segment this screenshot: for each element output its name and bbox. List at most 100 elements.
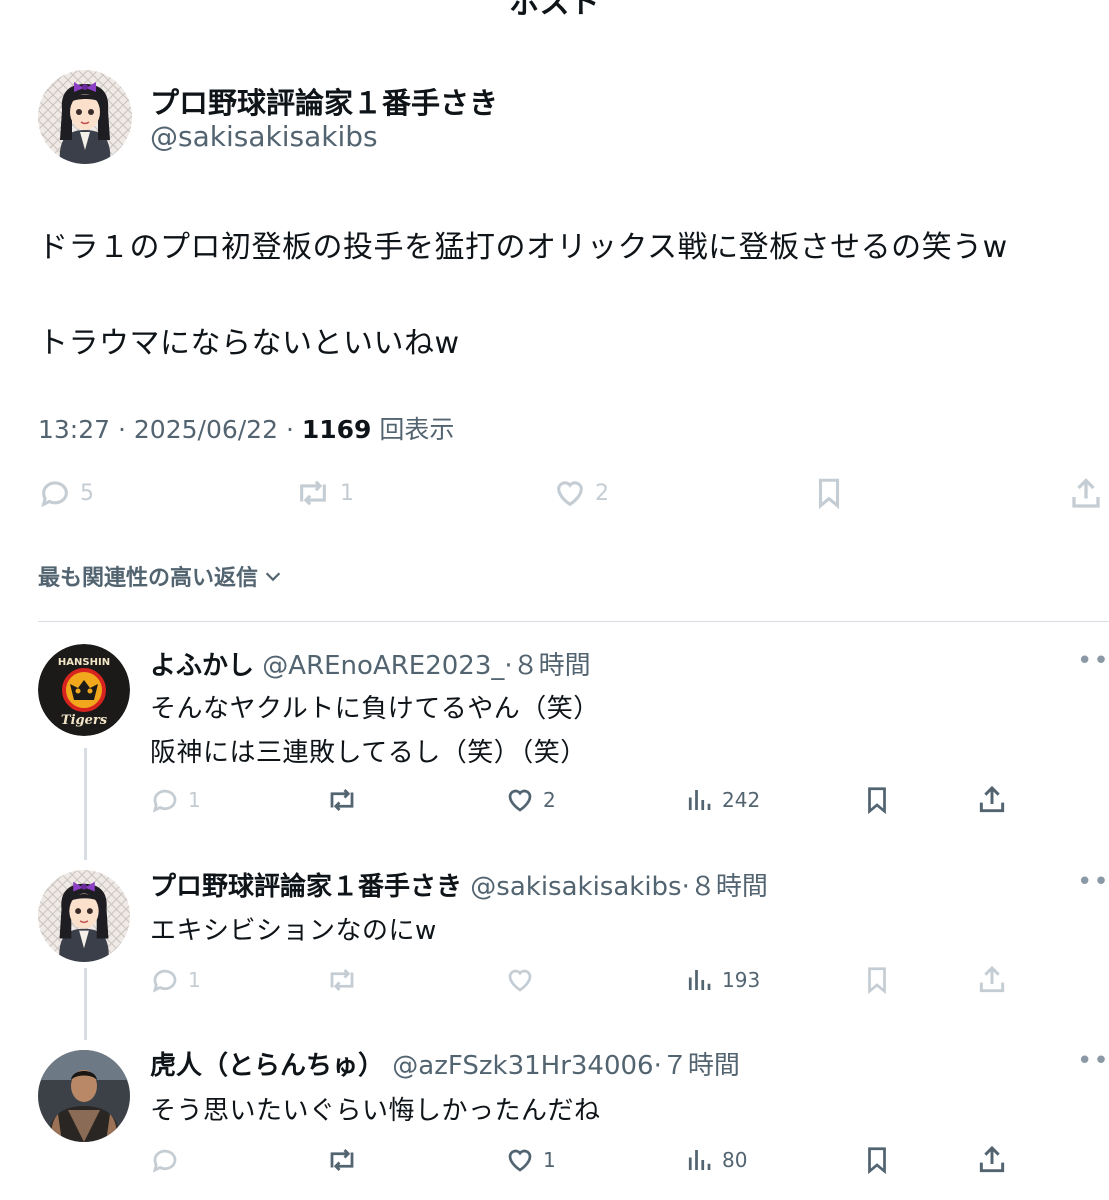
reply-author-name[interactable]: よふかし: [150, 651, 254, 681]
views-button[interactable]: 80: [684, 1145, 747, 1175]
bookmark-button[interactable]: [862, 785, 892, 815]
reply-text-line: 阪神には三連敗してるし（笑）（笑）: [150, 738, 587, 768]
reply-author-handle[interactable]: @sakisakisakibs: [470, 872, 681, 902]
share-button[interactable]: [1068, 476, 1104, 512]
like-button[interactable]: 1: [505, 1145, 556, 1175]
reply-header: よふかし @AREnoARE2023_·８時間: [150, 645, 591, 682]
views-button[interactable]: 193: [684, 965, 760, 995]
share-button[interactable]: [976, 964, 1008, 996]
share-icon: [979, 965, 1005, 993]
heart-icon: [508, 1149, 532, 1172]
reply-time[interactable]: ·８時間: [504, 651, 590, 681]
repost-icon: [330, 1149, 354, 1171]
post-text-line-2: トラウマにならないといいねw: [38, 326, 460, 361]
share-button[interactable]: [976, 1144, 1008, 1176]
repost-button[interactable]: [325, 1145, 359, 1175]
badge-bottom-text: Tigers: [61, 713, 108, 728]
bookmark-icon: [818, 478, 840, 510]
like-button[interactable]: 2: [553, 476, 609, 510]
view-count: 193: [722, 968, 761, 992]
like-button[interactable]: [505, 965, 535, 995]
bookmark-button[interactable]: [862, 965, 892, 995]
bookmark-icon: [868, 967, 886, 995]
reply-text-line: そう思いたいぐらい悔しかったんだね: [150, 1096, 601, 1126]
tiger-logo-icon: HANSHIN Tigers: [38, 644, 130, 736]
thread-connector: [84, 748, 87, 860]
views-button[interactable]: 242: [684, 785, 760, 815]
reply-avatar-hanshin[interactable]: HANSHIN Tigers: [38, 644, 130, 736]
share-icon: [979, 1145, 1005, 1173]
reply-header: 虎人（とらんちゅ） @azFSzk31Hr34006·７時間: [150, 1045, 740, 1082]
view-count: 80: [722, 1148, 748, 1172]
reply-avatar-saki[interactable]: [38, 870, 130, 962]
repost-icon: [300, 480, 326, 506]
bookmark-button[interactable]: [812, 476, 846, 510]
reply-author-handle[interactable]: @azFSzk31Hr34006: [392, 1051, 653, 1081]
repost-icon: [330, 789, 354, 811]
author-handle[interactable]: @sakisakisakibs: [150, 120, 378, 153]
more-options-icon[interactable]: •••: [1077, 646, 1109, 676]
bar-chart-icon: [688, 790, 711, 810]
reply-author-name[interactable]: プロ野球評論家１番手さき: [150, 872, 462, 902]
like-count: 2: [595, 480, 609, 506]
meta-separator: ·: [285, 415, 294, 444]
sort-label: 最も関連性の高い返信: [38, 566, 259, 591]
repost-count: 1: [340, 480, 354, 506]
like-count: 1: [543, 1148, 556, 1172]
post-meta: 13:27 · 2025/06/22 · 1169 回表示: [38, 410, 454, 446]
post-action-bar: 5 1 2: [0, 476, 1109, 516]
reply-author-handle[interactable]: @AREnoARE2023_: [262, 651, 504, 681]
author-avatar[interactable]: [38, 70, 132, 164]
gym-photo-avatar-icon: [38, 1050, 130, 1142]
badge-top-text: HANSHIN: [58, 657, 110, 668]
post-text-line-1: ドラ１のプロ初登板の投手を猛打のオリックス戦に登板させるの笑うw: [38, 230, 1008, 265]
more-options-icon[interactable]: •••: [1077, 867, 1109, 897]
repost-button[interactable]: [325, 785, 359, 815]
reply-button[interactable]: 1: [150, 785, 201, 815]
share-icon: [1072, 478, 1100, 508]
post-time[interactable]: 13:27: [38, 415, 110, 444]
bookmark-button[interactable]: [862, 1145, 892, 1175]
author-name[interactable]: プロ野球評論家１番手さき: [150, 80, 498, 122]
bookmark-icon: [868, 1147, 886, 1175]
reply-text-line: エキシビションなのにw: [150, 916, 437, 946]
reply-time[interactable]: ·８時間: [682, 872, 768, 902]
chevron-down-icon: [265, 572, 281, 582]
page-title: ポスト: [509, 0, 600, 21]
thread-connector: [84, 968, 87, 1040]
repost-icon: [330, 969, 354, 991]
views-count: 1169: [301, 415, 372, 444]
reply-button[interactable]: 5: [38, 476, 94, 510]
reply-icon: [152, 1149, 177, 1173]
share-button[interactable]: [976, 784, 1008, 816]
reply-count: 5: [80, 480, 94, 506]
post-date[interactable]: 2025/06/22: [134, 415, 278, 444]
divider: [38, 621, 1109, 622]
bar-chart-icon: [688, 1150, 711, 1170]
reply-text-line: そんなヤクルトに負けてるやん（笑）: [150, 694, 600, 724]
reply-sort-selector[interactable]: 最も関連性の高い返信: [38, 560, 284, 592]
reply-time[interactable]: ·７時間: [654, 1051, 740, 1081]
reply-button[interactable]: 1: [150, 965, 201, 995]
meta-separator: ·: [118, 415, 126, 444]
reply-author-name[interactable]: 虎人（とらんちゅ）: [150, 1051, 384, 1081]
heart-icon: [508, 789, 532, 812]
reply-count: 1: [188, 968, 201, 992]
more-options-icon[interactable]: •••: [1077, 1046, 1109, 1076]
bar-chart-icon: [688, 970, 711, 990]
reply-avatar-toranchu[interactable]: [38, 1050, 130, 1142]
reply-header: プロ野球評論家１番手さき @sakisakisakibs·８時間: [150, 866, 768, 903]
heart-icon: [557, 481, 583, 507]
bookmark-icon: [868, 787, 886, 815]
like-button[interactable]: 2: [505, 785, 556, 815]
reply-button[interactable]: [150, 1145, 180, 1175]
heart-icon: [508, 969, 532, 992]
views-label: 回表示: [379, 415, 455, 444]
reply-count: 1: [188, 788, 201, 812]
reply-icon: [152, 969, 177, 993]
repost-button[interactable]: [325, 965, 359, 995]
reply-icon: [41, 481, 68, 508]
like-count: 2: [543, 788, 556, 812]
share-icon: [979, 785, 1005, 813]
repost-button[interactable]: 1: [294, 476, 354, 510]
